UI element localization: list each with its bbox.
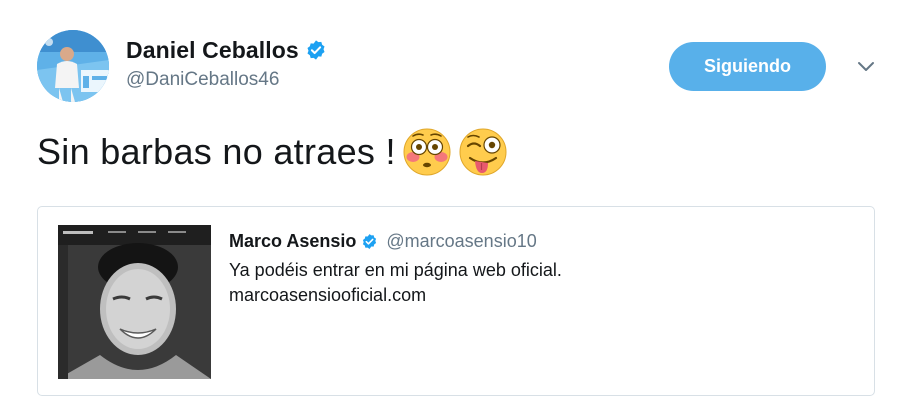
quoted-handle: @marcoasensio10 [386, 230, 537, 251]
tweet-text-row: Sin barbas no atraes ! [37, 121, 508, 183]
tweet-text: Sin barbas no atraes ! [37, 131, 396, 172]
quoted-tweet-link: marcoasensiooficial.com [229, 285, 427, 305]
avatar-photo-icon [37, 30, 109, 102]
quoted-tweet-image[interactable] [58, 225, 211, 379]
flushed-face-emoji-icon [402, 127, 452, 177]
user-handle[interactable]: @DaniCeballos46 [126, 69, 327, 91]
quoted-tweet-header: Marco Asensio @marcoasensio10 [229, 229, 562, 253]
verified-badge-icon [305, 39, 327, 61]
tweet-header: Daniel Ceballos @DaniCeballos46 Siguiend… [37, 30, 877, 106]
display-name[interactable]: Daniel Ceballos [126, 37, 299, 64]
quoted-display-name: Marco Asensio [229, 230, 357, 251]
avatar[interactable] [37, 30, 109, 102]
user-name-block: Daniel Ceballos @DaniCeballos46 [126, 36, 327, 91]
quoted-tweet-text: Ya podéis entrar en mi página web oficia… [229, 258, 562, 308]
chevron-down-icon[interactable] [855, 56, 877, 76]
quoted-verified-badge-icon [361, 233, 378, 250]
display-name-row: Daniel Ceballos [126, 36, 327, 64]
following-button[interactable]: Siguiendo [669, 42, 826, 91]
winking-face-with-tongue-emoji-icon [458, 127, 508, 177]
quoted-photo-icon [58, 225, 211, 379]
quoted-tweet-text-line: Ya podéis entrar en mi página web oficia… [229, 260, 562, 280]
quoted-tweet-body: Marco Asensio @marcoasensio10 Ya podéis … [229, 229, 562, 308]
quoted-tweet-card[interactable]: Marco Asensio @marcoasensio10 Ya podéis … [37, 206, 875, 396]
